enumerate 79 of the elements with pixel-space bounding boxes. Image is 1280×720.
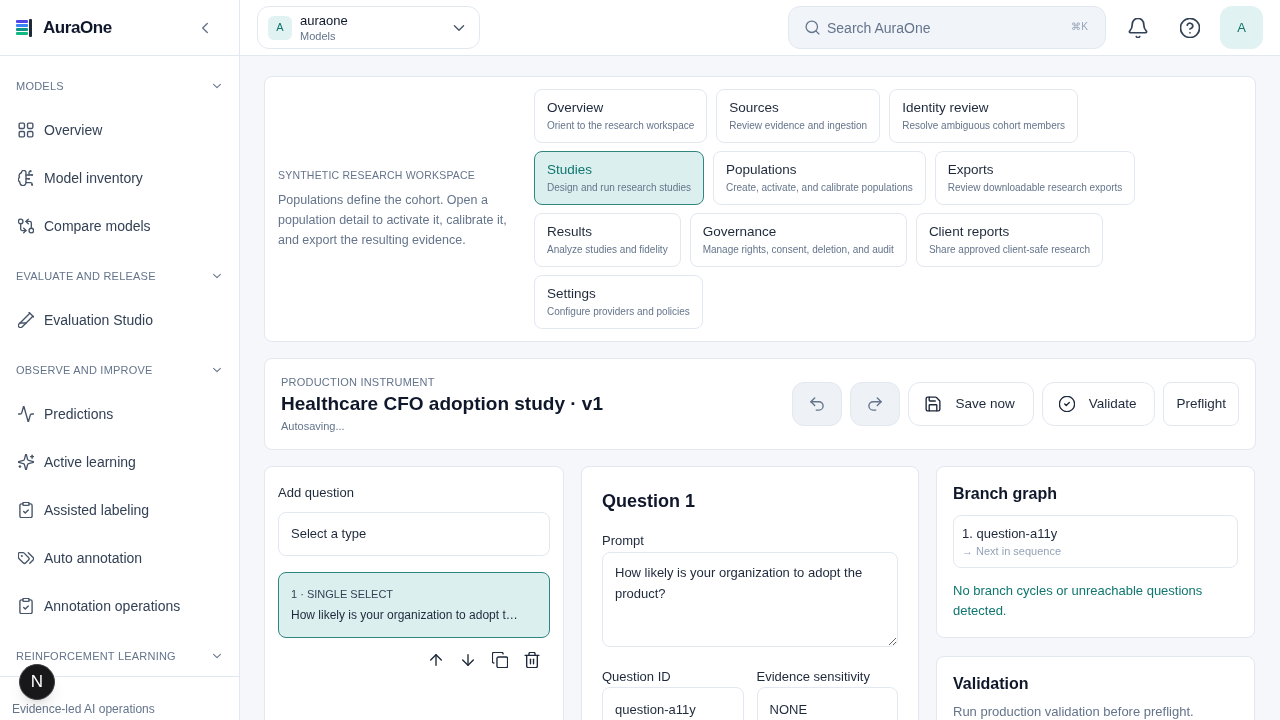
save-status: Autosaving... xyxy=(281,419,346,434)
bell-icon xyxy=(1128,17,1148,38)
sidebar-item[interactable]: Evaluation Studio xyxy=(8,300,231,340)
workspace-context: Models xyxy=(300,28,337,44)
preflight-button[interactable]: Preflight xyxy=(1163,382,1239,426)
sidebar-item[interactable]: Compare models xyxy=(8,206,231,246)
workspace-tab[interactable]: Sources Review evidence and ingestion xyxy=(716,89,881,143)
workspace-switcher[interactable]: A auraone Models xyxy=(257,6,480,49)
field-label: Question ID xyxy=(602,669,672,685)
arrow-down-icon xyxy=(460,652,476,668)
field-label: Prompt xyxy=(602,533,645,549)
duplicate-button[interactable] xyxy=(492,652,508,668)
undo-icon xyxy=(809,396,826,412)
grid-icon xyxy=(18,122,34,138)
question-title: Question 1 xyxy=(602,490,696,513)
section-eyebrow: SYNTHETIC RESEARCH WORKSPACE xyxy=(278,168,477,184)
shortcut-hint: ⌘K xyxy=(1071,21,1088,33)
workspace-tab[interactable]: Identity review Resolve ambiguous cohort members xyxy=(889,89,1079,143)
workspace-description: Populations define the cohort. Open a population detail to activate it, calibrate it, and export the resulting evidence. xyxy=(278,191,508,249)
workspace-tab[interactable]: Overview Orient to the research workspace xyxy=(534,89,708,143)
arrow-up-icon xyxy=(428,652,444,668)
workspace-tab[interactable]: Results Analyze studies and fidelity xyxy=(534,213,681,267)
sidebar-item[interactable]: Active learning xyxy=(8,442,231,482)
move-down-button[interactable] xyxy=(460,652,476,668)
card-title: Branch graph xyxy=(953,484,1058,504)
tags-icon xyxy=(18,550,34,566)
help-icon xyxy=(1180,17,1200,38)
text-field[interactable]: question-a11y xyxy=(602,687,744,720)
workspace-tab[interactable]: Client reports Share approved client-safe research xyxy=(915,213,1104,267)
user-avatar[interactable]: A xyxy=(1220,6,1263,49)
text-field[interactable]: NONE xyxy=(756,687,898,720)
workspace-tab[interactable]: Governance Manage rights, consent, deletion, and audit xyxy=(689,213,907,267)
workspace-tab[interactable]: Settings Configure providers and policies xyxy=(534,275,703,329)
trash-icon xyxy=(524,652,540,668)
prompt-textarea[interactable]: How likely is your organization to adopt the product? xyxy=(602,552,898,647)
section-header[interactable]: MODELS xyxy=(0,72,239,100)
help-button[interactable] xyxy=(1178,15,1202,40)
question-type-select[interactable]: Select a type xyxy=(278,512,550,556)
clipboard-check-icon xyxy=(18,598,34,614)
striped-logo-icon xyxy=(16,18,33,37)
section-header[interactable]: EVALUATE AND RELEASE xyxy=(0,262,239,290)
brain-icon xyxy=(18,170,34,186)
sidebar-item[interactable]: Predictions xyxy=(8,394,231,434)
question-list-item[interactable]: 1 · SINGLE SELECT How likely is your organization to adopt t… xyxy=(278,572,550,638)
move-up-button[interactable] xyxy=(428,652,444,668)
sidebar-item[interactable]: Annotation operations xyxy=(8,586,231,626)
validate-button[interactable]: Validate xyxy=(1041,382,1156,426)
section-eyebrow: PRODUCTION INSTRUMENT xyxy=(281,375,436,390)
workspace-tab[interactable]: Studies Design and run research studies xyxy=(534,151,704,205)
workspace-tab[interactable]: Exports Review downloadable research exports xyxy=(934,151,1136,205)
validation-description: Run production validation before preflight. xyxy=(953,703,1195,720)
compare-arrows-icon xyxy=(18,218,34,234)
workspace-name: auraone xyxy=(300,11,348,29)
sparkles-icon xyxy=(18,454,34,470)
node-next: → Next in sequence xyxy=(962,543,1063,559)
workspace-tab[interactable]: Populations Create, activate, and calibrate populations xyxy=(713,151,926,205)
workspace-avatar: A xyxy=(268,15,292,40)
redo-icon xyxy=(867,396,884,412)
brand-name: AuraOne xyxy=(43,16,112,39)
node-label: 1. question-a11y xyxy=(962,524,1059,543)
graph-status: No branch cycles or unreachable questions detected. xyxy=(953,582,1204,620)
notifications-button[interactable] xyxy=(1126,15,1150,40)
delete-button[interactable] xyxy=(524,652,540,668)
instrument-title: Healthcare CFO adoption study · v1 xyxy=(281,392,603,416)
section-header[interactable]: OBSERVE AND IMPROVE xyxy=(0,356,239,384)
test-tube-icon xyxy=(18,312,34,328)
sidebar-item[interactable]: Auto annotation xyxy=(8,538,231,578)
copy-icon xyxy=(492,652,508,668)
add-question-label: Add question xyxy=(278,484,355,502)
save-button[interactable]: Save now xyxy=(908,382,1034,426)
search-icon xyxy=(805,20,820,35)
sidebar-item[interactable]: Model inventory xyxy=(8,158,231,198)
sidebar-item[interactable]: Overview xyxy=(8,110,231,150)
pulse-icon xyxy=(18,406,34,422)
card-title: Validation xyxy=(953,674,1030,694)
clipboard-check-icon xyxy=(18,502,34,518)
sidebar-footer-text: Evidence-led AI operations xyxy=(12,702,156,716)
field-label: Evidence sensitivity xyxy=(756,669,871,685)
sidebar-item[interactable]: Assisted labeling xyxy=(8,490,231,530)
